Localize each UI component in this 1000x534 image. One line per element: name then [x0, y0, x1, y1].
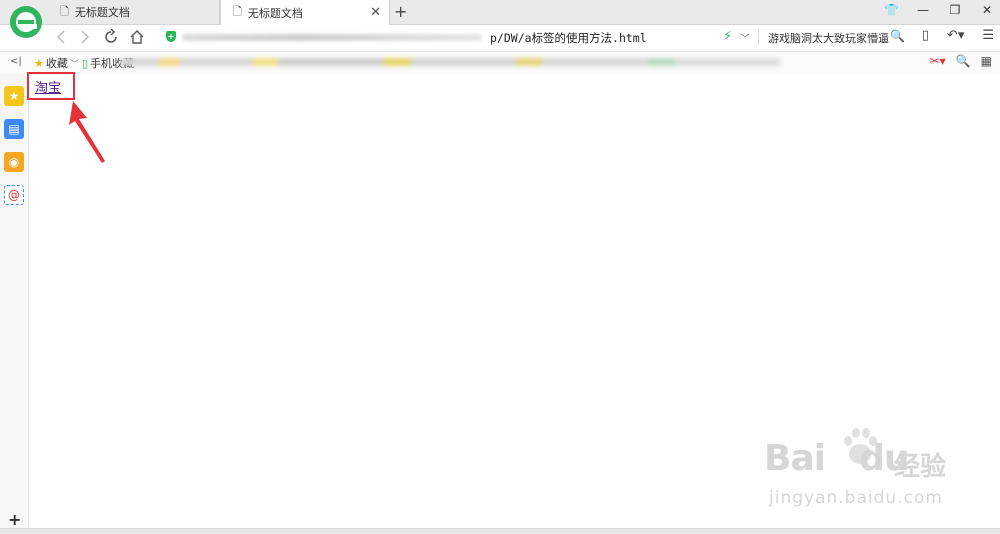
back-icon[interactable] [52, 28, 70, 46]
forward-icon[interactable] [76, 28, 94, 46]
tab-2-active[interactable]: 🗋 无标题文档 ✕ [220, 0, 390, 25]
email-icon[interactable]: @ [4, 185, 24, 205]
chevron-down-icon: ﹀ [69, 59, 79, 70]
speed-mode-icon[interactable]: ⚡ [723, 29, 732, 44]
url-text: p/DW/a标签的使用方法.html [490, 31, 647, 45]
watermark-cn: 经验 [894, 452, 947, 482]
favorites-icon[interactable]: ★ [4, 86, 24, 106]
page-content: 淘宝 Bai du 经验 jingyan.baidu.com [27, 72, 1000, 528]
undo-close-icon[interactable]: ↶▾ [947, 28, 964, 43]
menu-icon[interactable]: ☰ [982, 28, 994, 43]
phone-icon: ▯ [82, 56, 89, 70]
bookmark-items-blurred [120, 58, 780, 66]
screenshot-icon[interactable]: ✂▾ [930, 54, 946, 68]
document-icon: 🗋 [233, 5, 242, 18]
tab-1[interactable]: 🗋 无标题文档 [48, 0, 220, 24]
search-box[interactable]: 游戏脑洞太大致玩家懵逼 🔍 [762, 27, 910, 47]
shield-icon: + [166, 31, 176, 42]
bookmark-tools: ✂▾ 🔍 ▦ [930, 54, 992, 68]
skin-icon[interactable]: 👕 [884, 3, 899, 17]
bookmark-favorites[interactable]: ★ 收藏 ﹀ [34, 55, 79, 71]
zoom-icon[interactable]: 🔍 [956, 54, 971, 68]
apps-icon[interactable]: ▦ [981, 54, 992, 68]
browser-logo-icon [10, 6, 42, 38]
home-icon[interactable] [128, 28, 146, 46]
chevron-down-icon[interactable]: ﹀ [740, 30, 750, 45]
tab-title: 无标题文档 [247, 6, 303, 20]
baidu-jingyan-watermark: Bai du 经验 jingyan.baidu.com [764, 428, 984, 518]
annotation-arrow [69, 101, 105, 163]
new-tab-button[interactable]: + [394, 2, 407, 21]
tab-title: 无标题文档 [74, 6, 130, 19]
address-bar[interactable]: + p/DW/a标签的使用方法.html ⚡ ﹀ [160, 27, 760, 47]
refresh-icon[interactable] [102, 28, 120, 46]
watermark-brand: Bai du [764, 438, 909, 479]
collapse-sidebar-icon[interactable]: <| [10, 56, 22, 67]
watermark-url: jingyan.baidu.com [769, 488, 943, 508]
url-prefix-blurred [182, 34, 482, 41]
close-tab-icon[interactable]: ✕ [370, 5, 381, 20]
mobile-icon[interactable]: ▯ [922, 28, 929, 43]
restore-icon[interactable]: ❐ [948, 3, 962, 17]
reader-icon[interactable]: ▤ [4, 119, 24, 139]
navigation-bar: + p/DW/a标签的使用方法.html ⚡ ﹀ 游戏脑洞太大致玩家懵逼 🔍 ▯… [0, 25, 1000, 50]
search-suggestion: 游戏脑洞太大致玩家懵逼 [768, 32, 889, 45]
divider [758, 29, 759, 45]
add-sidebar-item-button[interactable]: + [8, 510, 21, 529]
search-icon[interactable]: 🔍 [890, 29, 905, 43]
bookmark-bar: <| ★ 收藏 ﹀ ▯ 手机收藏 ✂▾ 🔍 ▦ [0, 51, 1000, 74]
side-panel: ★ ▤ ◉ @ + [0, 73, 29, 533]
toolbar-right: ▯ ↶▾ ☰ [922, 28, 994, 43]
star-icon: ★ [34, 56, 44, 70]
window-controls: 👕 — ❐ ✕ [884, 3, 994, 17]
status-bar [0, 528, 1000, 534]
tab-strip: 🗋 无标题文档 🗋 无标题文档 ✕ + 👕 — ❐ ✕ [0, 0, 1000, 25]
weibo-icon[interactable]: ◉ [4, 152, 24, 172]
document-icon: 🗋 [60, 4, 69, 18]
close-window-icon[interactable]: ✕ [980, 3, 994, 17]
bookmark-label: 收藏 [45, 57, 68, 70]
minimize-icon[interactable]: — [916, 3, 930, 17]
